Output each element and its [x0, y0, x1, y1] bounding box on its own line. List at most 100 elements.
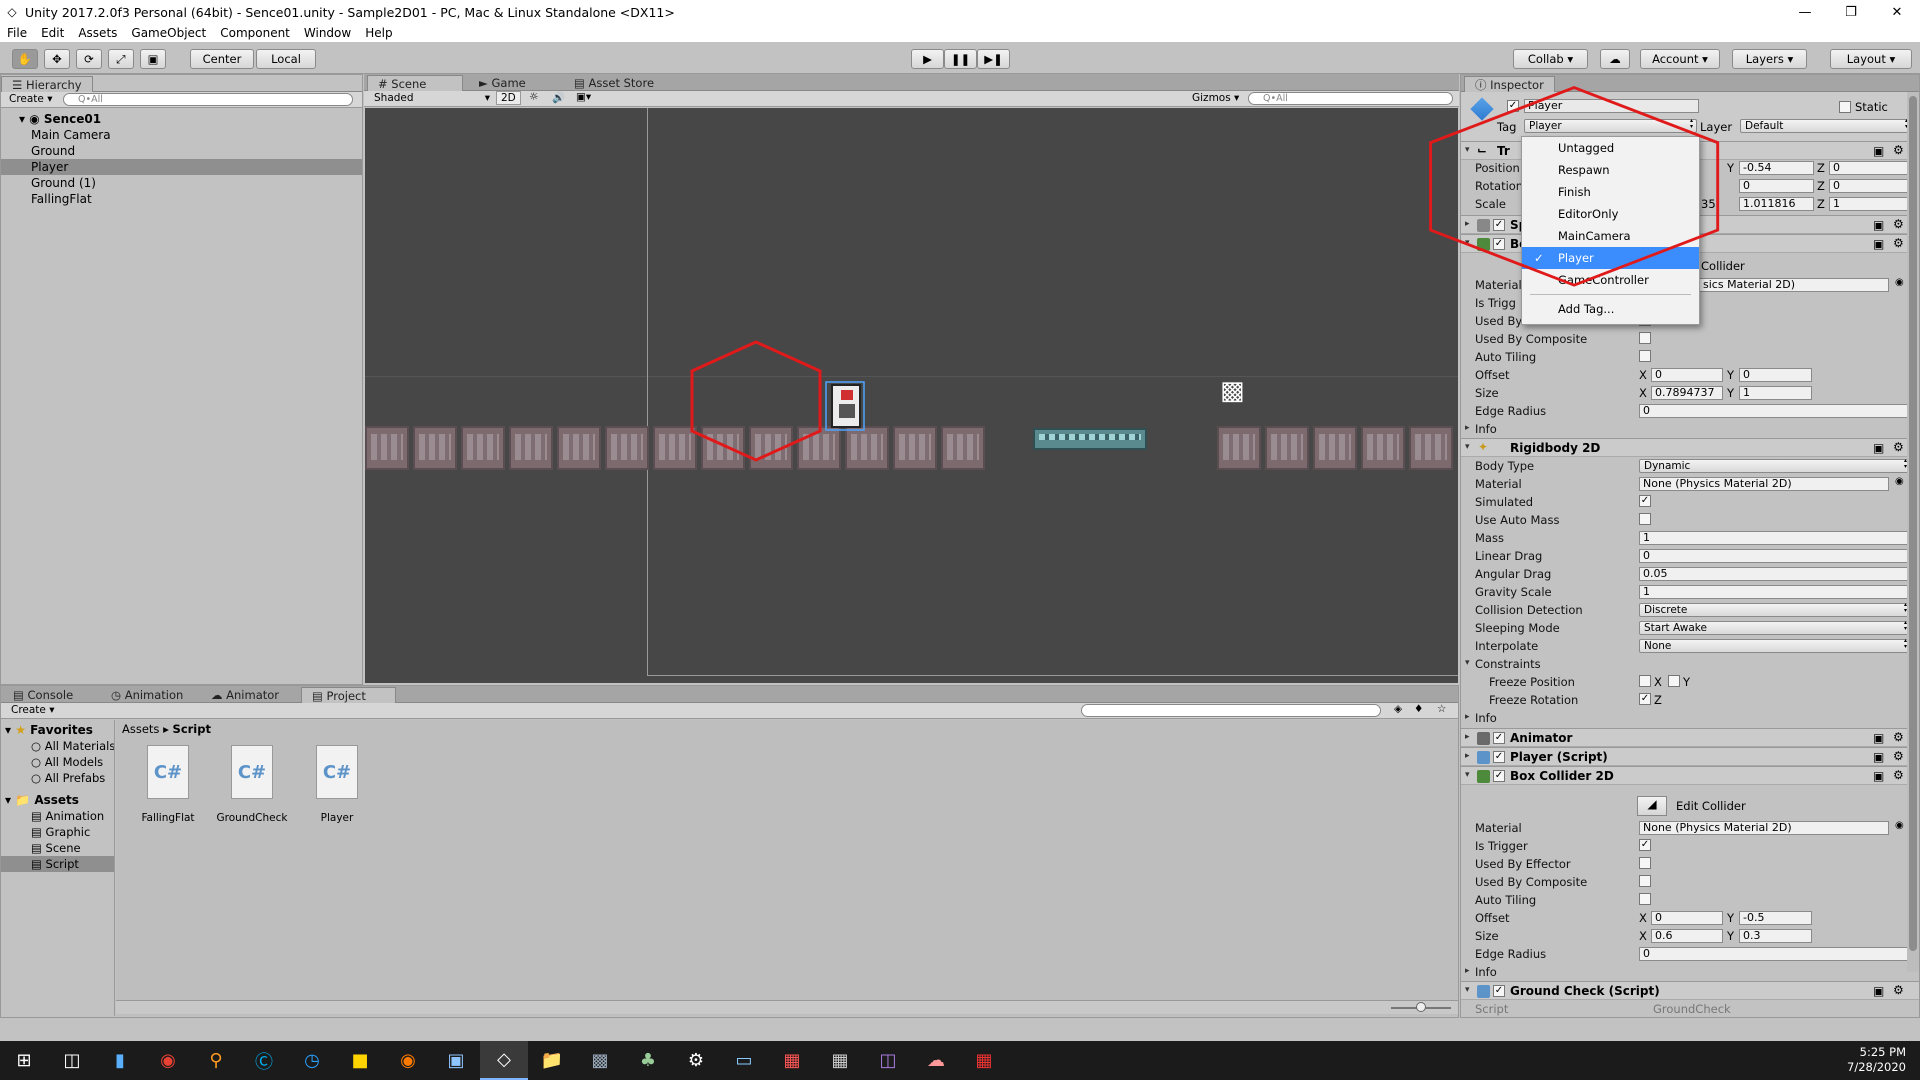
freeze-pos-x-checkbox[interactable]	[1639, 675, 1651, 687]
move-tool-icon[interactable]: ✥	[44, 49, 70, 69]
help-icon[interactable]: ▣	[1873, 441, 1884, 455]
material-field[interactable]: None (Physics Material 2D)	[1639, 821, 1889, 835]
app-icon[interactable]: ▩	[576, 1041, 624, 1080]
system-clock[interactable]: 5:25 PM 7/28/2020	[1847, 1045, 1906, 1075]
menu-edit[interactable]: Edit	[34, 26, 71, 40]
box-collider-2-header[interactable]: ▾ ✓ Box Collider 2D ▣ ⚙	[1461, 766, 1919, 785]
favorite-star-icon[interactable]: ☆	[1437, 703, 1446, 715]
use-auto-mass-checkbox[interactable]	[1639, 513, 1651, 525]
interpolate-dropdown[interactable]: None	[1639, 638, 1911, 653]
list-item[interactable]: ○ All Models	[1, 754, 114, 770]
is-trigger-checkbox[interactable]: ✓	[1639, 839, 1651, 851]
scene-root[interactable]: ▾ ◉ Sence01	[1, 111, 362, 127]
gear-icon[interactable]: ⚙	[1893, 983, 1904, 997]
tab-animator[interactable]: ☁ Animator	[201, 687, 289, 703]
position-y-field[interactable]: -0.54	[1739, 161, 1814, 175]
list-item[interactable]: ▤ Scene	[1, 840, 114, 856]
minimize-button[interactable]: —	[1782, 0, 1828, 24]
object-picker-icon[interactable]: ◉	[1895, 820, 1904, 831]
info-foldout[interactable]: ▸ Info	[1461, 420, 1919, 438]
breadcrumb-assets[interactable]: Assets	[122, 722, 159, 736]
tab-animation[interactable]: ◷ Animation	[101, 687, 193, 703]
favorites-folder[interactable]: ▾ ★ Favorites	[1, 722, 114, 738]
size-y-field[interactable]: 1	[1739, 386, 1812, 400]
project-search-input[interactable]	[1081, 704, 1381, 717]
static-checkbox[interactable]	[1839, 101, 1851, 113]
create-dropdown[interactable]: Create ▾	[11, 704, 55, 716]
filter-label-icon[interactable]: ♦	[1414, 703, 1423, 715]
gravity-scale-field[interactable]: 1	[1639, 585, 1911, 599]
object-picker-icon[interactable]: ◉	[1895, 277, 1904, 288]
filter-type-icon[interactable]: ◈	[1394, 703, 1402, 715]
angular-drag-field[interactable]: 0.05	[1639, 567, 1911, 581]
list-item-selected[interactable]: Player	[1, 159, 362, 175]
enabled-checkbox[interactable]: ✓	[1493, 732, 1505, 744]
position-z-field[interactable]: 0	[1829, 161, 1911, 175]
help-icon[interactable]: ▣	[1873, 218, 1884, 232]
breadcrumb-script[interactable]: Script	[173, 722, 211, 736]
tab-scene[interactable]: # Scene	[367, 75, 463, 91]
linear-drag-field[interactable]: 0	[1639, 549, 1911, 563]
shaded-dropdown[interactable]: Shaded ▾	[374, 92, 490, 104]
list-item[interactable]: ○ All Materials	[1, 738, 114, 754]
chat-app-icon[interactable]: ▣	[432, 1041, 480, 1080]
search-app-icon[interactable]: ⚲	[192, 1041, 240, 1080]
used-by-composite-checkbox[interactable]	[1639, 332, 1651, 344]
offset-x-field[interactable]: 0	[1651, 911, 1723, 925]
gear-icon[interactable]: ⚙	[1893, 440, 1904, 454]
rotate-tool-icon[interactable]: ⟳	[76, 49, 102, 69]
scale-y-field[interactable]: 1.011816	[1739, 197, 1814, 211]
menu-window[interactable]: Window	[297, 26, 358, 40]
help-icon[interactable]: ▣	[1873, 984, 1884, 998]
ground-check-header[interactable]: ▾ ✓ Ground Check (Script) ▣ ⚙	[1461, 981, 1919, 1000]
sticky-notes-icon[interactable]: ■	[336, 1041, 384, 1080]
scene-viewport[interactable]: ▩	[365, 108, 1458, 683]
pivot-local-button[interactable]: Local	[256, 49, 316, 69]
help-icon[interactable]: ▣	[1873, 769, 1884, 783]
player-script-header[interactable]: ▸ ✓ Player (Script) ▣ ⚙	[1461, 747, 1919, 766]
gear-icon[interactable]: ⚙	[1893, 236, 1904, 250]
list-item[interactable]: FallingFlat	[1, 191, 362, 207]
inspector-scrollbar[interactable]	[1907, 92, 1919, 972]
used-by-effector-checkbox[interactable]	[1639, 857, 1651, 869]
enabled-checkbox[interactable]: ✓	[1493, 751, 1505, 763]
clock-app-icon[interactable]: ◷	[288, 1041, 336, 1080]
tab-project[interactable]: ▤ Project	[301, 687, 396, 703]
rotation-z-field[interactable]: 0	[1829, 179, 1911, 193]
info-foldout[interactable]: ▸ Info	[1461, 709, 1919, 727]
list-item[interactable]: ▤ Animation	[1, 808, 114, 824]
info-foldout[interactable]: ▸ Info	[1461, 963, 1919, 981]
object-picker-icon[interactable]: ◉	[1895, 476, 1904, 487]
menu-gameobject[interactable]: GameObject	[124, 26, 213, 40]
gear-icon[interactable]: ⚙	[1893, 217, 1904, 231]
menu-assets[interactable]: Assets	[71, 26, 124, 40]
file-explorer-icon[interactable]: 📁	[528, 1041, 576, 1080]
tab-hierarchy[interactable]: ☰ Hierarchy	[1, 76, 93, 92]
used-by-composite-checkbox[interactable]	[1639, 875, 1651, 887]
layers-button[interactable]: Layers ▾	[1732, 49, 1807, 69]
firefox-icon[interactable]: ◉	[384, 1041, 432, 1080]
list-item-selected[interactable]: ▤ Script	[1, 856, 114, 872]
camera-gizmo-icon[interactable]: ▩	[1220, 376, 1245, 406]
gear-icon[interactable]: ⚙	[1893, 768, 1904, 782]
help-icon[interactable]: ▣	[1873, 731, 1884, 745]
chrome-icon[interactable]: ◉	[144, 1041, 192, 1080]
hierarchy-search-input[interactable]: Q•All	[63, 93, 353, 106]
edit-collider-button[interactable]: ◢	[1637, 796, 1667, 816]
gear-icon[interactable]: ⚙	[1893, 143, 1904, 157]
app-icon[interactable]: ♣	[624, 1041, 672, 1080]
windows-start-icon[interactable]: ⊞	[0, 1041, 48, 1080]
help-icon[interactable]: ▣	[1873, 750, 1884, 764]
rotation-y-field[interactable]: 0	[1739, 179, 1814, 193]
edge-radius-field[interactable]: 0	[1639, 404, 1911, 418]
app-icon[interactable]: ☁	[912, 1041, 960, 1080]
menu-component[interactable]: Component	[213, 26, 297, 40]
settings-gear-icon[interactable]: ⚙	[672, 1041, 720, 1080]
scale-tool-icon[interactable]: ⤢	[108, 49, 134, 69]
player-sprite[interactable]	[831, 384, 861, 428]
app-icon[interactable]: ▭	[720, 1041, 768, 1080]
2d-toggle[interactable]: 2D	[496, 91, 521, 105]
app-icon[interactable]: ▦	[768, 1041, 816, 1080]
file-fallingflat[interactable]: C#	[144, 745, 192, 805]
skype-icon[interactable]: Ⓒ	[240, 1041, 288, 1080]
